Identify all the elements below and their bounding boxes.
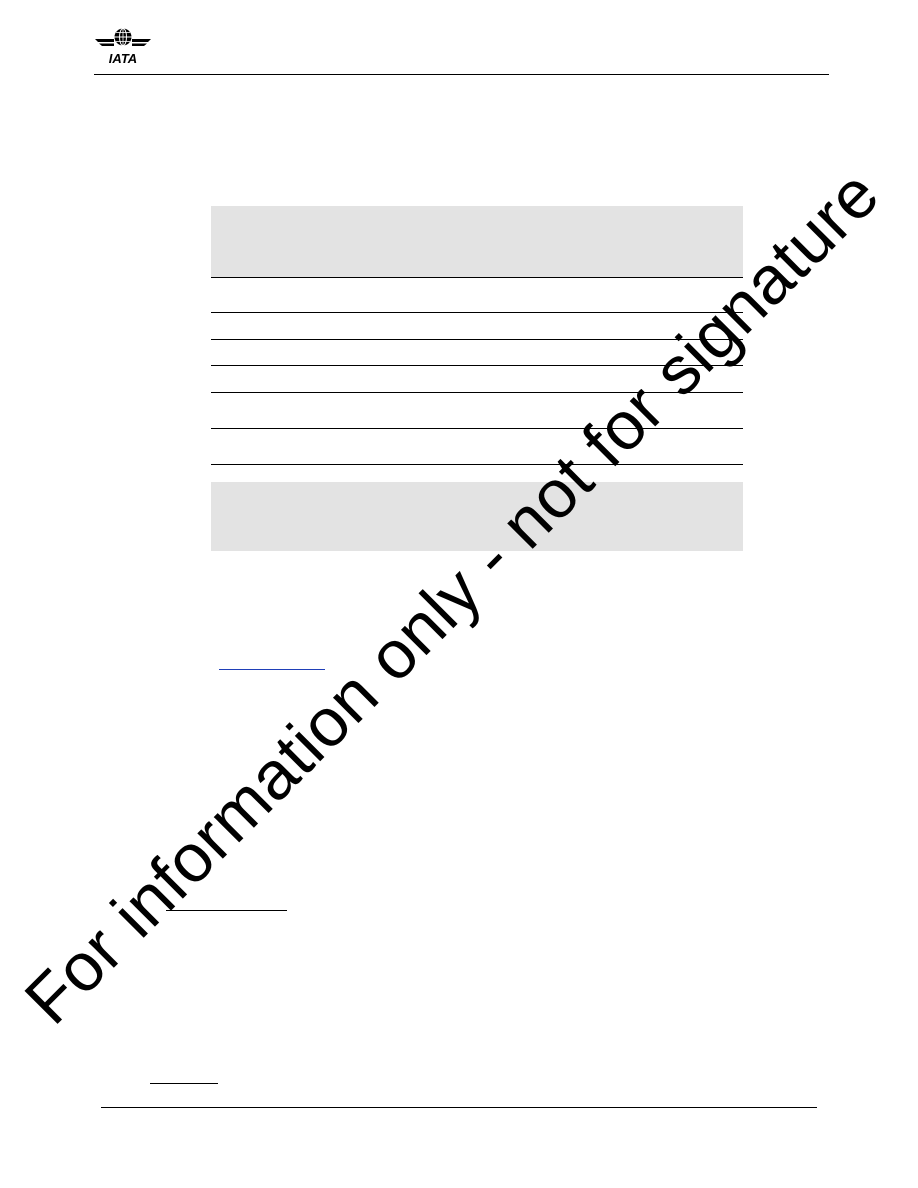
iata-logo: IATA [94, 26, 152, 66]
footnote-underline [150, 1083, 218, 1084]
table-row-divider [211, 312, 743, 313]
iata-globe-icon: IATA [95, 28, 151, 66]
hyperlink-underline[interactable] [219, 669, 325, 670]
table-row-divider [211, 464, 743, 465]
footer-rule [101, 1107, 817, 1108]
table-row-divider [211, 277, 743, 278]
logo-wordmark: IATA [109, 51, 137, 66]
header-rule [94, 74, 829, 75]
table-header-band [211, 206, 743, 277]
